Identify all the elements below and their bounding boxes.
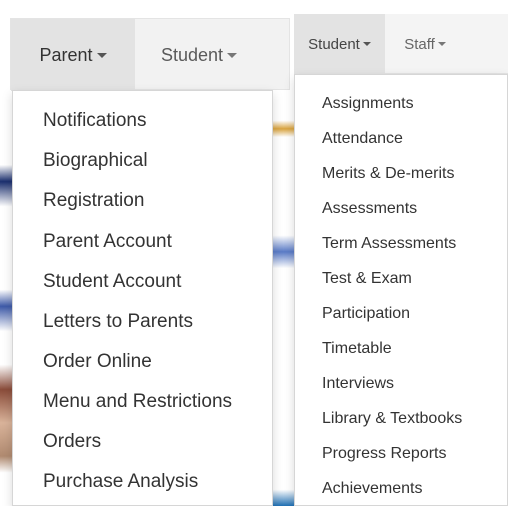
menu-item-library-textbooks[interactable]: Library & Textbooks bbox=[322, 408, 462, 430]
menu-item-timetable[interactable]: Timetable bbox=[322, 338, 392, 360]
menu-item-progress-reports[interactable]: Progress Reports bbox=[322, 443, 447, 465]
caret-down-icon bbox=[362, 42, 371, 46]
caret-down-icon bbox=[227, 52, 238, 58]
menu-item-attendance[interactable]: Attendance bbox=[322, 128, 403, 150]
tab-student-left-label: Student bbox=[160, 44, 224, 65]
menu-item-registration[interactable]: Registration bbox=[43, 188, 144, 214]
caret-down-icon bbox=[437, 42, 446, 46]
menu-item-assessments[interactable]: Assessments bbox=[322, 198, 417, 220]
menu-item-assignments[interactable]: Assignments bbox=[322, 93, 414, 115]
menu-item-parent-account[interactable]: Parent Account bbox=[43, 229, 172, 255]
menu-item-order-online[interactable]: Order Online bbox=[43, 349, 152, 375]
menu-item-interviews[interactable]: Interviews bbox=[322, 373, 394, 395]
tab-staff-label: Staff bbox=[404, 35, 435, 53]
caret-down-icon bbox=[96, 52, 107, 58]
menu-item-merits-de-merits[interactable]: Merits & De-merits bbox=[322, 163, 454, 185]
navbar-left: Parent Student bbox=[10, 18, 290, 91]
tab-staff[interactable]: Staff bbox=[385, 14, 465, 74]
menu-item-test-exam[interactable]: Test & Exam bbox=[322, 268, 412, 290]
menu-item-biographical[interactable]: Biographical bbox=[43, 148, 148, 174]
menu-item-term-assessments[interactable]: Term Assessments bbox=[322, 233, 456, 255]
menu-item-letters-to-parents[interactable]: Letters to Parents bbox=[43, 309, 193, 335]
tab-parent-label: Parent bbox=[39, 44, 93, 65]
tab-student-right[interactable]: Student bbox=[294, 14, 385, 74]
menu-item-student-account[interactable]: Student Account bbox=[43, 269, 181, 295]
screenshot-stage: Parent Student Notifications Biographica… bbox=[0, 0, 508, 506]
menu-item-participation[interactable]: Participation bbox=[322, 303, 410, 325]
navbar-right: Student Staff bbox=[294, 14, 508, 74]
student-dropdown-menu: Assignments Attendance Merits & De-merit… bbox=[294, 74, 508, 506]
parent-dropdown-menu: Notifications Biographical Registration … bbox=[12, 90, 273, 506]
menu-item-notifications[interactable]: Notifications bbox=[43, 108, 147, 134]
tab-student-right-label: Student bbox=[308, 35, 360, 53]
tab-parent[interactable]: Parent bbox=[11, 19, 135, 91]
menu-item-purchase-analysis[interactable]: Purchase Analysis bbox=[43, 469, 198, 495]
menu-item-orders[interactable]: Orders bbox=[43, 429, 101, 455]
menu-item-achievements[interactable]: Achievements bbox=[322, 478, 423, 500]
menu-item-menu-and-restrictions[interactable]: Menu and Restrictions bbox=[43, 389, 232, 415]
tab-student-left[interactable]: Student bbox=[135, 19, 263, 91]
